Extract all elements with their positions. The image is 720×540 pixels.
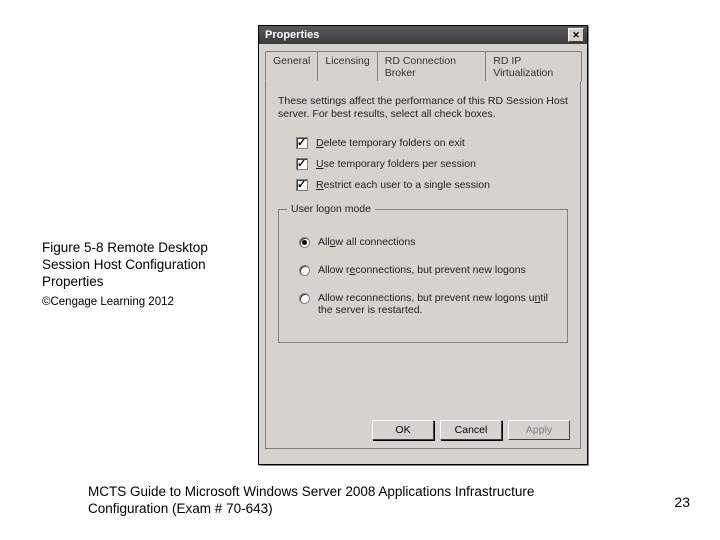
radio-icon[interactable] (299, 237, 310, 248)
properties-dialog: Properties ✕ General Licensing RD Connec… (258, 25, 588, 465)
book-footer: MCTS Guide to Microsoft Windows Server 2… (88, 483, 608, 518)
radio-label: Allow all connections (318, 236, 415, 248)
panel-description: These settings affect the performance of… (278, 95, 568, 121)
tab-strip: General Licensing RD Connection Broker R… (265, 50, 581, 81)
groupbox-title: User logon mode (287, 203, 375, 215)
tab-panel-general: These settings affect the performance of… (265, 81, 581, 449)
radio-icon[interactable] (299, 293, 310, 304)
radio-allow-reconnections[interactable]: Allow reconnections, but prevent new log… (299, 264, 557, 276)
checkbox-delete-temp[interactable]: Delete temporary folders on exit (296, 137, 568, 149)
radio-label: Allow reconnections, but prevent new log… (318, 292, 557, 316)
titlebar: Properties ✕ (259, 26, 587, 44)
checkbox-icon[interactable] (296, 158, 308, 170)
checkbox-use-temp-per-session[interactable]: Use temporary folders per session (296, 158, 568, 170)
tab-general[interactable]: General (265, 51, 318, 81)
tab-rd-ip-virtualization[interactable]: RD IP Virtualization (485, 51, 582, 81)
close-icon[interactable]: ✕ (568, 28, 584, 42)
tab-licensing[interactable]: Licensing (317, 51, 377, 81)
checkbox-label: Restrict each user to a single session (316, 179, 490, 191)
checkbox-icon[interactable] (296, 179, 308, 191)
apply-button[interactable]: Apply (508, 420, 570, 440)
dialog-title: Properties (265, 29, 319, 41)
figure-title: Figure 5-8 Remote Desktop Session Host C… (42, 240, 247, 291)
ok-button[interactable]: OK (372, 420, 434, 440)
radio-label: Allow reconnections, but prevent new log… (318, 264, 526, 276)
checkbox-restrict-single-session[interactable]: Restrict each user to a single session (296, 179, 568, 191)
radio-allow-reconnections-until-restart[interactable]: Allow reconnections, but prevent new log… (299, 292, 557, 316)
tab-rd-connection-broker[interactable]: RD Connection Broker (377, 51, 487, 81)
radio-icon[interactable] (299, 265, 310, 276)
figure-copyright: ©Cengage Learning 2012 (42, 295, 247, 309)
dialog-buttons: OK Cancel Apply (372, 420, 570, 440)
figure-caption: Figure 5-8 Remote Desktop Session Host C… (42, 240, 247, 309)
groupbox-user-logon-mode: User logon mode Allow all connections Al… (278, 209, 568, 343)
radio-allow-all[interactable]: Allow all connections (299, 236, 557, 248)
cancel-button[interactable]: Cancel (440, 420, 502, 440)
checkbox-label: Delete temporary folders on exit (316, 137, 465, 149)
checkbox-icon[interactable] (296, 137, 308, 149)
checkbox-label: Use temporary folders per session (316, 158, 476, 170)
page-number: 23 (674, 494, 690, 510)
